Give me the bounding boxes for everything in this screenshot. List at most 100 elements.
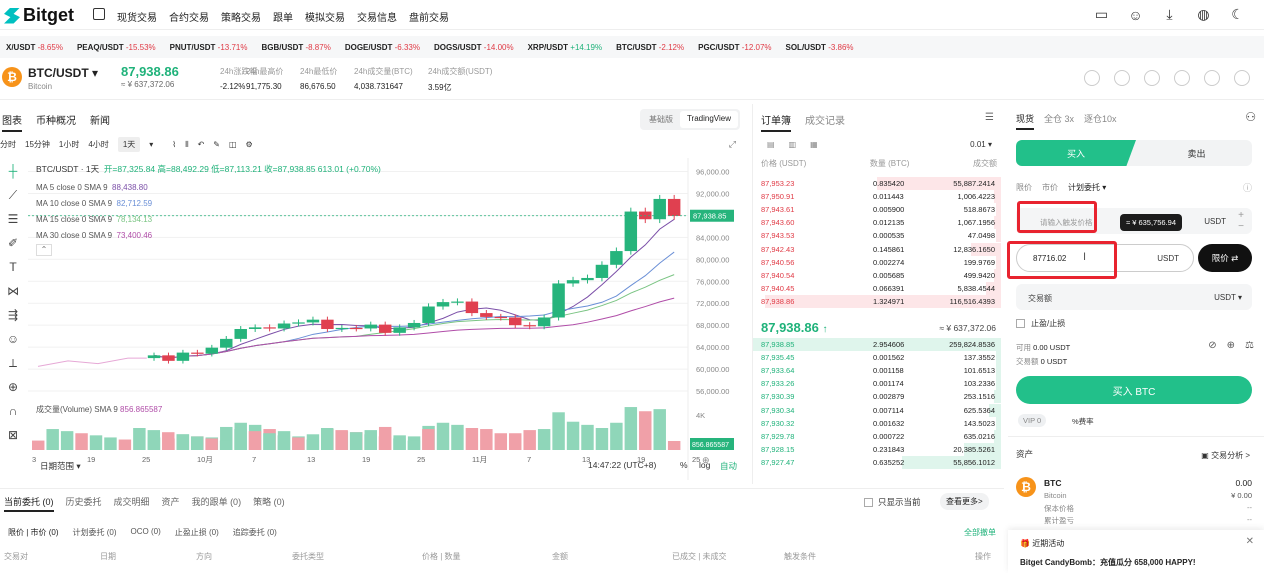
gear-icon[interactable]: ⚙	[246, 140, 253, 149]
orderbook-row[interactable]: 87,943.60 0.012135 1,067.1956	[753, 216, 1001, 230]
subtab[interactable]: 追踪委托 (0)	[233, 527, 277, 538]
tab-cross[interactable]: 全仓 3x	[1044, 112, 1074, 130]
nav-item[interactable]: 策略交易	[221, 9, 261, 24]
ticker-item[interactable]: XRP/USDT +14.19%	[528, 43, 603, 52]
interval-option[interactable]: 1小时	[59, 139, 79, 150]
fullscreen-icon[interactable]: ⤢	[729, 139, 736, 150]
book-both-icon[interactable]: ▤	[767, 140, 775, 149]
info-circle-icon[interactable]: ⓘ	[1243, 181, 1252, 194]
percent-toggle[interactable]: %	[680, 460, 688, 470]
deposit-icon[interactable]: ⊕	[1227, 340, 1235, 351]
magnet-icon[interactable]: ∩	[0, 404, 26, 428]
promo-card[interactable]: 🎁 近期活动 ✕ Bitget CandyBomb：充值瓜分 658,000 H…	[1008, 530, 1264, 573]
tab-spot[interactable]: 现货	[1016, 112, 1035, 130]
indicator-icon[interactable]: ⌇	[172, 140, 176, 149]
ticker-item[interactable]: BTC/USDT -2.12%	[616, 43, 684, 52]
interval-option[interactable]: 15分钟	[25, 139, 50, 150]
book-bids-icon[interactable]: ▥	[789, 140, 797, 149]
orderbook-row[interactable]: 87,935.45 0.001562 137.3552	[753, 351, 1001, 365]
fib-icon[interactable]: ☰	[0, 212, 26, 236]
ticker-item[interactable]: X/USDT -8.65%	[6, 43, 63, 52]
brush-icon[interactable]: ✐	[0, 236, 26, 260]
orderbook-row[interactable]: 87,943.61 0.005900 518.8673	[753, 203, 1001, 217]
robot-icon[interactable]: ⚇	[1245, 110, 1256, 124]
orderbook-row[interactable]: 87,927.47 0.635252 55,856.1012	[753, 455, 1001, 469]
text-icon[interactable]: T	[0, 260, 26, 284]
globe-icon[interactable]: ◍	[1195, 6, 1212, 23]
pattern-icon[interactable]: ⋈	[0, 284, 26, 308]
increment-icon[interactable]: +	[1238, 210, 1244, 221]
ruler-icon[interactable]: ⟂	[0, 356, 26, 380]
lock-icon[interactable]: ⊠	[0, 428, 26, 452]
only-current-checkbox[interactable]: 只显示当前	[864, 496, 921, 508]
ticker-item[interactable]: BGB/USDT -8.87%	[261, 43, 330, 52]
pen-icon[interactable]: ✎	[213, 140, 220, 149]
fee-rate-link[interactable]: %费率	[1072, 416, 1094, 427]
nav-item[interactable]: 模拟交易	[305, 9, 345, 24]
nav-item[interactable]: 现货交易	[117, 9, 157, 24]
view-tradingview[interactable]: TradingView	[679, 111, 738, 128]
nav-item[interactable]: 盘前交易	[409, 9, 449, 24]
nav-item[interactable]: 交易信息	[357, 9, 397, 24]
ticker-item[interactable]: PGC/USDT -12.07%	[698, 43, 771, 52]
zoom-icon[interactable]: ⊕	[0, 380, 26, 404]
precision-select[interactable]: 0.01 ▾	[970, 140, 992, 149]
orderbook-row[interactable]: 87,933.64 0.001158 101.6513	[753, 364, 1001, 378]
orderbook-row[interactable]: 87,938.86 1.324971 116,516.4393	[753, 294, 1001, 308]
camera-icon[interactable]: ◫	[229, 140, 237, 149]
pair-selector[interactable]: BTC/USDT ▾	[28, 66, 98, 80]
amount-field[interactable]: 交易额 USDT ▾	[1016, 284, 1252, 310]
nav-item[interactable]: 跟单	[273, 9, 293, 24]
tab-news[interactable]: 新闻	[90, 112, 110, 132]
crosshair-icon[interactable]: ┼	[0, 164, 26, 188]
bitget-logo[interactable]: Bitget	[4, 5, 74, 26]
ticker-item[interactable]: PEAQ/USDT -15.53%	[77, 43, 156, 52]
ticker-item[interactable]: DOGE/USDT -6.33%	[345, 43, 420, 52]
ticker-item[interactable]: PNUT/USDT -13.71%	[170, 43, 248, 52]
orderbook-row[interactable]: 87,930.39 0.002879 253.1516	[753, 390, 1001, 404]
chevron-down-icon[interactable]: ▾	[149, 140, 153, 149]
close-icon[interactable]: ✕	[1246, 536, 1254, 547]
decrement-icon[interactable]: −	[1238, 221, 1244, 232]
subtab[interactable]: 限价 | 市价 (0)	[8, 527, 59, 538]
limit-toggle-button[interactable]: 限价 ⇄	[1198, 244, 1252, 272]
interval-option[interactable]: 4小时	[88, 139, 108, 150]
orderbook-row[interactable]: 87,930.34 0.007114 625.5364	[753, 403, 1001, 417]
tab-assets[interactable]: 资产	[162, 495, 180, 512]
orderbook-row[interactable]: 87,940.45 0.066391 5,838.4544	[753, 281, 1001, 295]
orderbook-row[interactable]: 87,942.43 0.145861 12,836.1650	[753, 242, 1001, 256]
vip-badge[interactable]: VIP 0	[1018, 414, 1047, 427]
cancel-all-button[interactable]: 全部撤单	[964, 527, 996, 538]
buy-tab[interactable]: 买入	[1016, 140, 1136, 166]
book-asks-icon[interactable]: ▦	[810, 140, 818, 149]
collapse-legend-icon[interactable]: ⌃	[36, 244, 52, 256]
interval-option-selected[interactable]: 1天	[117, 137, 141, 152]
download-icon[interactable]: ⤓	[1161, 6, 1178, 23]
book-icon[interactable]	[1204, 70, 1220, 86]
subtab[interactable]: OCO (0)	[131, 527, 161, 538]
order-type-plan[interactable]: 计划委托 ▾	[1068, 182, 1106, 193]
tab-copy[interactable]: 我的跟单 (0)	[192, 495, 242, 512]
sell-tab[interactable]: 卖出	[1141, 140, 1252, 166]
forecast-icon[interactable]: ⇶	[0, 308, 26, 332]
checkbox-icon[interactable]	[864, 497, 873, 507]
checkbox-icon[interactable]	[1016, 319, 1025, 328]
undo-icon[interactable]: ↶	[198, 140, 205, 149]
view-basic[interactable]: 基础版	[642, 111, 680, 128]
tab-chart[interactable]: 图表	[2, 112, 22, 132]
nav-item[interactable]: 合约交易	[169, 9, 209, 24]
orderbook-row[interactable]: 87,940.56 0.002274 199.9769	[753, 255, 1001, 269]
layout-icon[interactable]	[1144, 70, 1160, 86]
tab-isolated[interactable]: 逐仓10x	[1084, 112, 1117, 130]
tab-strategy[interactable]: 策略 (0)	[253, 495, 285, 512]
ticker-item[interactable]: SOL/USDT -3.86%	[786, 43, 854, 52]
trade-analysis-link[interactable]: ▣ 交易分析 >	[1201, 450, 1250, 461]
trendline-icon[interactable]: ⟋	[0, 188, 26, 212]
tab-order-history[interactable]: 历史委托	[66, 495, 102, 512]
tab-orderbook[interactable]: 订单簿	[761, 112, 791, 132]
wallet-icon[interactable]: ▭	[1093, 6, 1110, 23]
orderbook-row[interactable]: 87,940.54 0.005685 499.9420	[753, 268, 1001, 282]
settings-icon[interactable]	[1234, 70, 1250, 86]
date-range-dropdown[interactable]: 日期范围 ▾	[40, 460, 81, 472]
orderbook-row[interactable]: 87,950.91 0.011443 1,006.4223	[753, 190, 1001, 204]
